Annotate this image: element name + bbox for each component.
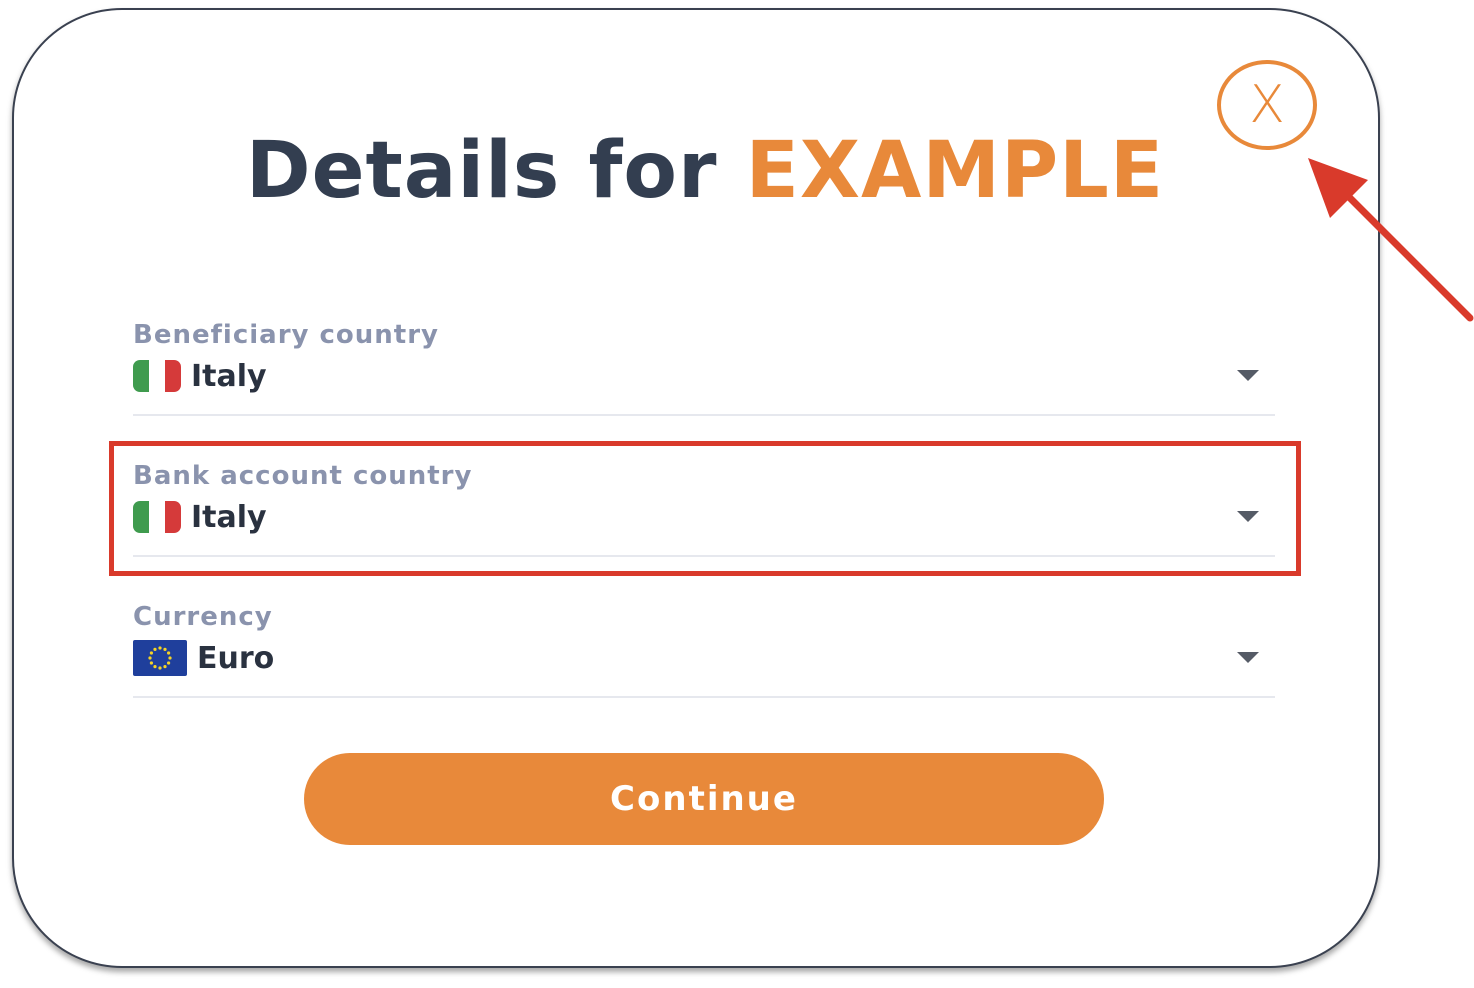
field-label: Currency [133,602,273,632]
field-value: Italy [191,358,267,394]
continue-button[interactable]: Continue [304,753,1104,845]
field-value-row: Italy [133,356,267,396]
page: X Details for EXAMPLE Beneficiary countr… [0,0,1474,988]
italy-flag-icon [133,501,181,533]
bank-account-country-select[interactable]: Bank account country Italy [133,461,1275,557]
title-prefix: Details for [245,126,746,216]
field-value: Euro [197,640,275,676]
page-title: Details for EXAMPLE [0,126,1410,216]
eu-flag-icon [133,640,187,676]
field-label: Beneficiary country [133,320,440,350]
chevron-down-icon [1237,370,1259,381]
italy-flag-icon [133,360,181,392]
field-value-row: Euro [133,638,274,678]
field-label: Bank account country [133,461,473,491]
beneficiary-country-select[interactable]: Beneficiary country Italy [133,320,1275,416]
currency-select[interactable]: Currency Euro [133,602,1275,698]
title-highlight: EXAMPLE [745,126,1165,216]
field-value: Italy [191,499,267,535]
chevron-down-icon [1237,511,1259,522]
field-value-row: Italy [133,497,267,537]
chevron-down-icon [1237,652,1259,663]
